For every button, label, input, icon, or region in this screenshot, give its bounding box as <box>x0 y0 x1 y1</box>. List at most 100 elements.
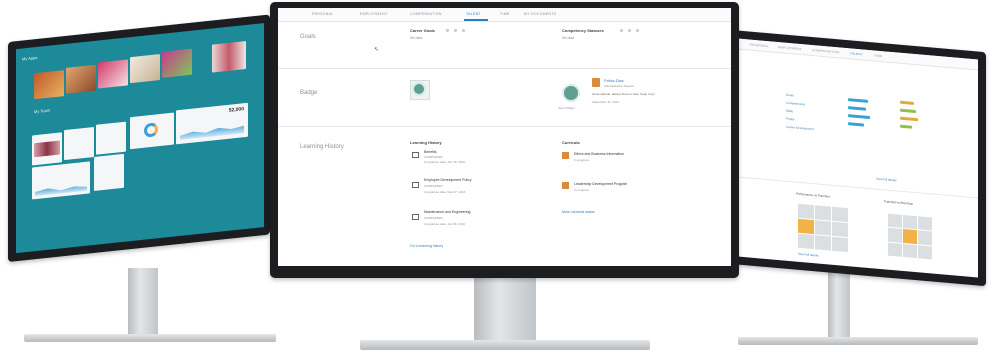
app-tile-3[interactable] <box>98 59 128 89</box>
curriculum-icon <box>562 152 569 159</box>
center-monitor-stand <box>474 278 536 340</box>
left-monitor-stand <box>128 268 158 338</box>
right-item-goals[interactable]: Goals <box>786 93 794 98</box>
right-tab-compensation[interactable]: COMPENSATION <box>812 48 840 54</box>
curriculum-icon <box>562 182 569 189</box>
edit-icon[interactable] <box>446 29 449 32</box>
rating-bar <box>900 116 918 122</box>
team-tile-4[interactable] <box>32 161 90 200</box>
donut-tile[interactable] <box>130 112 174 150</box>
right-tab-personal[interactable]: PERSONAL <box>750 43 769 49</box>
mouse-cursor-icon: ↖ <box>374 47 380 53</box>
team-tile-1[interactable] <box>32 132 62 166</box>
profile-screen: PERSONAL EMPLOYMENT COMPENSATION TALENT … <box>278 8 731 266</box>
section-my-team: My Team <box>34 107 51 115</box>
grid1-link[interactable]: View full details <box>798 252 819 258</box>
team-tile-2[interactable] <box>64 126 94 161</box>
learning-label: Learning History <box>300 144 344 150</box>
nine-box-grid-2[interactable] <box>888 213 932 260</box>
right-item-competencies[interactable]: Competencies <box>786 101 805 107</box>
badge-thumbnail[interactable] <box>410 80 430 100</box>
tools-icon <box>412 214 419 220</box>
learning-section: Learning History Learning History Benefi… <box>278 126 731 266</box>
more-icon[interactable] <box>462 29 465 32</box>
grid2-title: Potential vs Retention <box>884 199 914 206</box>
right-tab-employment[interactable]: EMPLOYMENT <box>778 45 802 51</box>
add-icon[interactable] <box>628 29 631 32</box>
center-monitor-base <box>360 340 650 350</box>
right-item-career[interactable]: Career Development <box>786 125 814 131</box>
learning-item-status: COMPLETED <box>424 184 443 188</box>
nine-box-grid-1[interactable] <box>798 203 848 253</box>
curriculum-title[interactable]: Leadership Development Program <box>574 182 627 186</box>
right-item-skills[interactable]: Skills <box>786 109 793 114</box>
tab-my-documents[interactable]: MY DOCUMENTS <box>524 12 556 16</box>
rating-bar <box>900 124 912 129</box>
tab-compensation[interactable]: COMPENSATION <box>410 12 442 16</box>
tab-personal[interactable]: PERSONAL <box>312 12 333 16</box>
app-tile-4[interactable] <box>130 54 160 84</box>
edit-icon[interactable] <box>620 29 623 32</box>
tab-time[interactable]: TIME <box>500 12 510 16</box>
more-icon[interactable] <box>636 29 639 32</box>
right-tab-time[interactable]: TIME <box>874 53 882 58</box>
app-tile-1[interactable] <box>34 70 64 100</box>
kpi-tile[interactable]: 52,000 <box>176 102 248 145</box>
left-monitor-bezel: My Apps My Team 52,000 <box>8 14 270 262</box>
app-tile-5[interactable] <box>162 48 192 78</box>
team-photo <box>34 140 60 158</box>
goals-section: Goals Career Goals No data Competency St… <box>278 22 731 69</box>
person-name[interactable]: Felisa Diaz <box>604 78 624 83</box>
app-tile-2[interactable] <box>66 64 96 94</box>
learning-item-title[interactable]: Maintenance and Engineering <box>424 210 471 214</box>
badge-date: September 11, 2017 <box>592 100 619 104</box>
tab-bar: PERSONAL EMPLOYMENT COMPENSATION TALENT … <box>278 8 731 22</box>
team-tile-5[interactable] <box>94 153 124 191</box>
rating-bar <box>848 114 870 120</box>
document-icon <box>412 182 419 188</box>
badge-label: Badge <box>300 90 318 96</box>
learning-item-date: Completion date: Jun 08, 2016 <box>424 222 465 226</box>
learning-history-title: Learning History <box>410 140 442 145</box>
area-chart-icon <box>180 123 244 140</box>
donut-chart-icon <box>144 122 158 138</box>
tab-talent[interactable]: TALENT <box>466 12 481 16</box>
right-tab-talent[interactable]: TALENT <box>850 51 863 56</box>
app-tile-6[interactable] <box>212 40 246 73</box>
rating-bar <box>848 122 864 127</box>
team-player-badge-icon <box>562 84 580 102</box>
active-tab-indicator <box>464 19 488 21</box>
right-item-profile[interactable]: Profile <box>786 117 795 122</box>
rating-bar <box>900 100 914 105</box>
sparkline-icon <box>35 183 87 196</box>
curriculum-title[interactable]: Ethics and Business Information <box>574 152 624 156</box>
avatar[interactable] <box>592 78 600 87</box>
curricula-link[interactable]: More curricula status <box>562 210 594 214</box>
learning-item-status: COMPLETED <box>424 155 443 159</box>
team-tile-3[interactable] <box>96 121 126 155</box>
badge-caption: Team Player <box>558 106 575 110</box>
rating-bar <box>848 98 868 103</box>
rating-bar <box>848 106 866 111</box>
curricula-title: Curricula <box>562 140 580 145</box>
add-icon[interactable] <box>454 29 457 32</box>
badge-message: Great attitude, always there to help. Ke… <box>592 92 655 96</box>
goals-label: Goals <box>300 34 316 40</box>
left-monitor-base <box>24 334 276 342</box>
right-monitor-bezel: PERSONAL EMPLOYMENT COMPENSATION TALENT … <box>732 30 986 287</box>
curriculum-status: In progress <box>574 188 590 192</box>
learning-item-title[interactable]: Benefits <box>424 150 437 154</box>
learning-item-date: Completion date: Mar 07, 2016 <box>424 190 466 194</box>
learning-item-date: Completion date: Jan 18, 2016 <box>424 160 465 164</box>
launchpad-screen: My Apps My Team 52,000 <box>16 23 264 254</box>
rating-bar <box>900 108 916 114</box>
tab-employment[interactable]: EMPLOYMENT <box>360 12 388 16</box>
competency-empty: No data <box>562 36 575 40</box>
right-monitor-stand <box>828 270 850 342</box>
learning-history-link[interactable]: Go to learning history <box>410 244 443 248</box>
right-monitor-base <box>738 337 978 345</box>
learning-item-title[interactable]: Employee Development Policy <box>424 178 471 182</box>
center-monitor-bezel: PERSONAL EMPLOYMENT COMPENSATION TALENT … <box>270 2 739 278</box>
curriculum-status: In progress <box>574 158 590 162</box>
right-view-link[interactable]: View full details <box>876 177 897 183</box>
